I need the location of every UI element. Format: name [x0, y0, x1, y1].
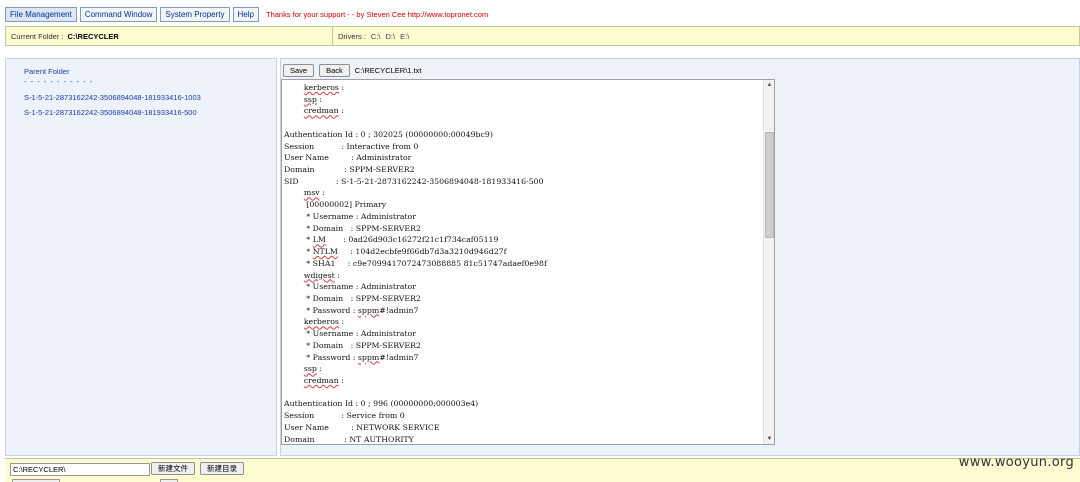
thanks-banner: Thanks for your support - - by Steven Ce… [265, 9, 489, 19]
drive-link-e[interactable]: E:\ [400, 32, 409, 41]
file-editor-panel: Save Back C:\RECYCLER\1.txt kerberos : s… [280, 58, 1080, 456]
tab-help[interactable]: Help [232, 6, 259, 22]
info-bar: Current Folder : C:\RECYCLER Drivers : C… [5, 26, 1080, 46]
back-button[interactable]: Back [319, 63, 350, 77]
current-folder: Current Folder : C:\RECYCLER [6, 27, 333, 45]
new-folder-button[interactable]: 新建目录 [200, 462, 244, 475]
drivers: Drivers : C:\ D:\ E:\ [333, 27, 409, 45]
file-content-text: kerberos : ssp : credman : Authenticatio… [284, 83, 547, 444]
scrollbar-thumb[interactable] [765, 132, 774, 238]
folder-sidebar: Parent Folder - - - - - - - - - - - S-1-… [5, 58, 277, 456]
tab-file-management[interactable]: File Management [5, 6, 77, 22]
parent-folder-link[interactable]: Parent Folder [24, 67, 69, 76]
path-input[interactable] [10, 463, 150, 476]
current-folder-value: C:\RECYCLER [67, 31, 119, 41]
drivers-label: Drivers : [338, 31, 366, 41]
editor-toolbar: Save Back C:\RECYCLER\1.txt [283, 63, 421, 77]
save-button[interactable]: Save [283, 63, 315, 77]
tab-command-window[interactable]: Command Window [79, 6, 158, 22]
editor-scrollbar[interactable]: ▲ ▼ [763, 80, 774, 444]
bottom-bar: 新建文件 新建目录 [5, 458, 1080, 482]
top-nav: File Management Command Window System Pr… [5, 6, 488, 22]
scroll-down-icon[interactable]: ▼ [764, 434, 774, 444]
file-path: C:\RECYCLER\1.txt [354, 65, 422, 75]
new-file-button[interactable]: 新建文件 [151, 462, 195, 475]
tab-system-property[interactable]: System Property [160, 6, 230, 22]
sidebar-separator: - - - - - - - - - - - [24, 77, 94, 86]
sidebar-item-folder[interactable]: S-1-5-21-2873162242-3506894048-181933416… [24, 108, 197, 117]
watermark-text: www.wooyun.org [958, 455, 1074, 470]
current-folder-label: Current Folder : [11, 31, 64, 41]
sidebar-item-folder[interactable]: S-1-5-21-2873162242-3506894048-181933416… [24, 93, 201, 102]
scroll-up-icon[interactable]: ▲ [764, 80, 774, 90]
file-content-textarea[interactable]: kerberos : ssp : credman : Authenticatio… [281, 79, 775, 445]
drive-link-c[interactable]: C:\ [371, 32, 381, 41]
drive-link-d[interactable]: D:\ [386, 32, 396, 41]
